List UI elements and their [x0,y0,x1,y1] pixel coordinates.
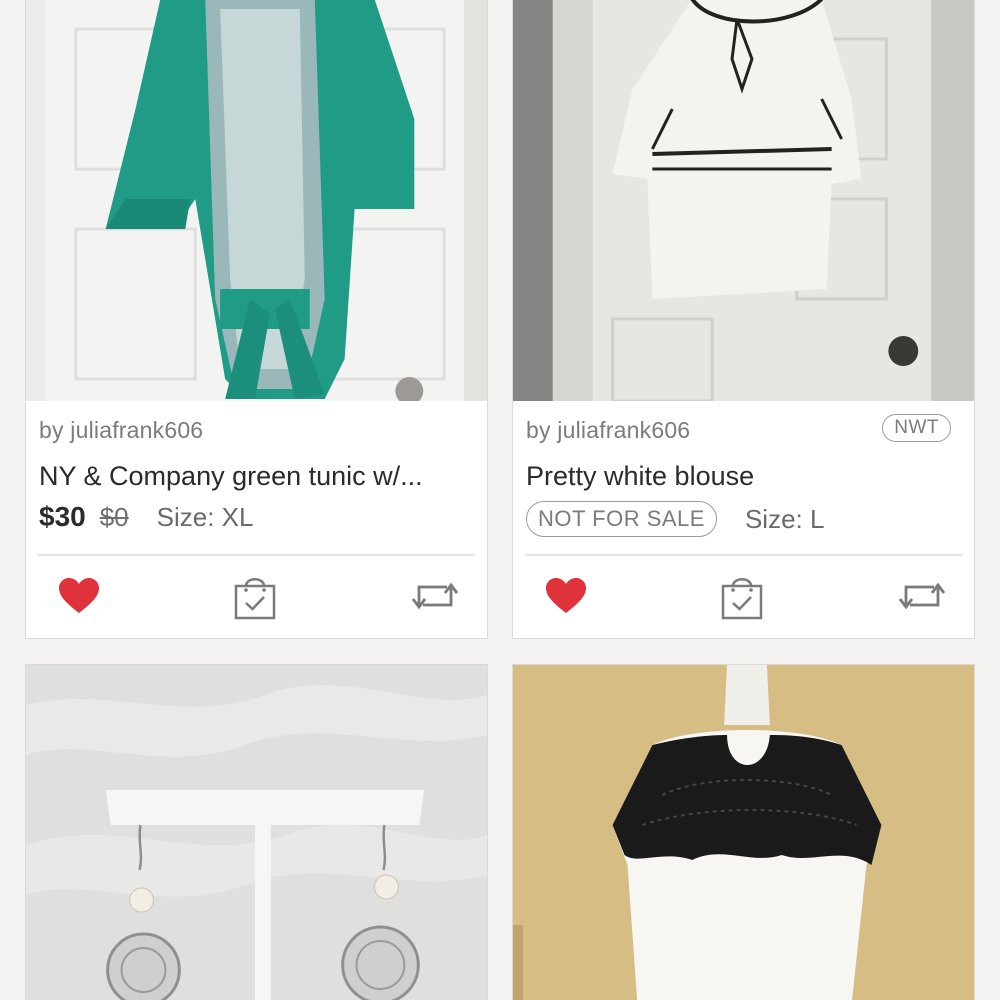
listing-photo-earrings[interactable] [26,665,487,1000]
listing-title[interactable]: Pretty white blouse [526,461,962,492]
share-button[interactable] [410,571,460,621]
price-line: NOT FOR SALE Size: L [526,501,824,537]
heart-icon [546,578,586,613]
listing-actions [513,571,974,631]
listing-card[interactable] [512,664,975,1000]
divider [38,554,475,556]
listing-actions [26,571,487,631]
seller-username[interactable]: by juliafrank606 [39,417,203,444]
share-icon [898,582,946,610]
listing-price: $30 [39,501,86,532]
not-for-sale-badge: NOT FOR SALE [526,501,717,537]
listing-card[interactable] [25,664,488,1000]
listing-card[interactable]: by juliafrank606 NY & Company green tuni… [25,0,488,639]
listing-info: by juliafrank606 NWT Pretty white blouse… [513,401,974,638]
like-button[interactable] [54,571,104,621]
nwt-badge: NWT [882,414,951,442]
listing-size: Size: L [744,503,825,534]
like-button[interactable] [541,571,591,621]
shopping-bag-check-icon [721,578,763,620]
add-to-bundle-button[interactable] [230,571,280,621]
listing-title[interactable]: NY & Company green tunic w/... [39,461,475,492]
heart-icon [59,578,99,613]
seller-username[interactable]: by juliafrank606 [526,417,690,444]
share-button[interactable] [897,571,947,621]
divider [525,554,962,556]
listing-card[interactable]: by juliafrank606 NWT Pretty white blouse… [512,0,975,639]
listing-photo-white-blouse[interactable] [513,0,974,401]
listing-photo-lace-top[interactable] [513,665,974,1000]
add-to-bundle-button[interactable] [717,571,767,621]
share-icon [411,582,459,610]
listing-info: by juliafrank606 NY & Company green tuni… [26,401,487,638]
shopping-bag-check-icon [234,578,276,620]
original-price: $0 [99,501,129,532]
listing-photo-green-tunic[interactable] [26,0,487,401]
price-line: $30 $0 Size: XL [39,501,253,533]
listing-size: Size: XL [156,501,254,532]
